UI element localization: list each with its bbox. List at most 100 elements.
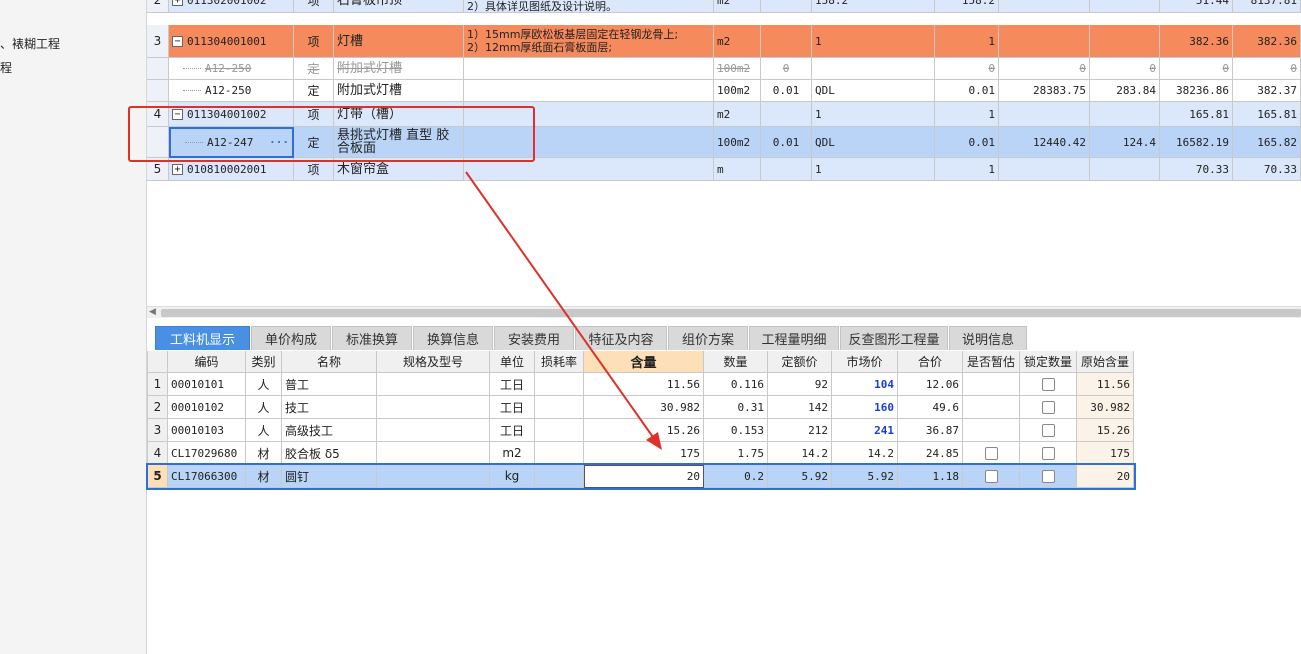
cell-code[interactable]: A12-250: [169, 80, 294, 102]
expand-icon[interactable]: +: [172, 163, 183, 175]
cell-p2[interactable]: [1090, 25, 1160, 58]
cell-p3[interactable]: 16582.19: [1160, 127, 1233, 158]
column-header-market[interactable]: 市场价: [832, 351, 898, 373]
cell-code[interactable]: A12-250: [169, 58, 294, 80]
cell-lock[interactable]: [1020, 419, 1077, 442]
resource-row[interactable]: 2 00010102 人技工 工日 30.982 0.31 142 160 49.6 30.982: [148, 396, 1134, 419]
tab-9[interactable]: 说明信息: [949, 326, 1027, 350]
lock-qty-checkbox[interactable]: [1041, 377, 1055, 391]
tab-2[interactable]: 标准换算: [332, 326, 412, 350]
bill-row[interactable]: 2+011302001002项石膏板吊顶牛, 扎吸用躬子辩牛, 2）具体详见图纸…: [147, 0, 1301, 13]
cell-spec[interactable]: [377, 442, 490, 465]
cell-est[interactable]: [963, 396, 1020, 419]
cell-qexpr[interactable]: QDL: [812, 127, 935, 158]
cell-unit[interactable]: 工日: [490, 373, 535, 396]
cell-p4[interactable]: 165.81: [1233, 102, 1301, 127]
cell-code[interactable]: CL17066300: [168, 465, 246, 488]
cell-name[interactable]: 灯槽: [334, 25, 464, 58]
cell-unit[interactable]: kg: [490, 465, 535, 488]
cell-qty[interactable]: 1.75: [704, 442, 768, 465]
column-header-quota[interactable]: 定额价: [768, 351, 832, 373]
cell-lock[interactable]: [1020, 442, 1077, 465]
lock-qty-checkbox[interactable]: [1041, 469, 1055, 483]
cell-unit[interactable]: m2: [714, 25, 761, 58]
cell-spec[interactable]: [377, 396, 490, 419]
cell-p3[interactable]: 70.33: [1160, 158, 1233, 181]
cell-name[interactable]: 附加式灯槽: [334, 80, 464, 102]
tab-3[interactable]: 换算信息: [413, 326, 493, 350]
cell-name[interactable]: 普工: [282, 373, 377, 396]
cell-total[interactable]: 24.85: [898, 442, 963, 465]
column-header-unit[interactable]: 单位: [490, 351, 535, 373]
cell-est[interactable]: [963, 419, 1020, 442]
cell-p3[interactable]: 51.44: [1160, 0, 1233, 13]
cell-total[interactable]: 12.06: [898, 373, 963, 396]
cell-unit[interactable]: m2: [714, 0, 761, 13]
cell-code[interactable]: 00010101: [168, 373, 246, 396]
cell-p1[interactable]: [999, 25, 1090, 58]
cell-cat[interactable]: 人: [246, 419, 282, 442]
estimate-checkbox[interactable]: [984, 469, 998, 483]
cell-content[interactable]: 15.26: [584, 419, 704, 442]
expand-icon[interactable]: +: [172, 0, 183, 6]
cell-p1[interactable]: [999, 0, 1090, 13]
cell-loss[interactable]: [761, 25, 812, 58]
scrollbar-thumb[interactable]: [161, 309, 1301, 317]
cell-name[interactable]: 高级技工: [282, 419, 377, 442]
cell-market[interactable]: 160: [832, 396, 898, 419]
cell-p4[interactable]: 382.36: [1233, 25, 1301, 58]
bill-row[interactable]: A12-250 定附加式灯槽 100m2 0 0 0 0 0 0: [147, 58, 1301, 80]
cell-unit[interactable]: m2: [490, 442, 535, 465]
cell-p2[interactable]: [1090, 158, 1160, 181]
cell-est[interactable]: [963, 442, 1020, 465]
resource-row[interactable]: 1 00010101 人普工 工日 11.56 0.116 92 104 12.06 11.56: [148, 373, 1134, 396]
column-header-content[interactable]: 含量: [584, 351, 704, 373]
cell-p1[interactable]: 28383.75: [999, 80, 1090, 102]
cell-qty[interactable]: 158.2: [935, 0, 999, 13]
cell-est[interactable]: [963, 373, 1020, 396]
cell-loss[interactable]: 0: [761, 58, 812, 80]
cell-total[interactable]: 49.6: [898, 396, 963, 419]
cell-quota[interactable]: 5.92: [768, 465, 832, 488]
cell-loss[interactable]: [535, 442, 584, 465]
cell-code[interactable]: CL17029680: [168, 442, 246, 465]
column-header-lock[interactable]: 锁定数量: [1020, 351, 1077, 373]
cell-lock[interactable]: [1020, 465, 1077, 488]
sidebar-item-project[interactable]: 程: [0, 59, 12, 76]
cell-cat[interactable]: 人: [246, 396, 282, 419]
cell-qexpr[interactable]: 1: [812, 158, 935, 181]
cell-market[interactable]: 14.2: [832, 442, 898, 465]
cell-content[interactable]: 30.982: [584, 396, 704, 419]
cell-qty[interactable]: 0.2: [704, 465, 768, 488]
cell-p3[interactable]: 0: [1160, 58, 1233, 80]
cell-p3[interactable]: 38236.86: [1160, 80, 1233, 102]
column-header-orig[interactable]: 原始含量: [1077, 351, 1134, 373]
cell-qexpr[interactable]: 1: [812, 102, 935, 127]
cell-lock[interactable]: [1020, 373, 1077, 396]
cell-quota[interactable]: 14.2: [768, 442, 832, 465]
cell-type[interactable]: 项: [294, 25, 334, 58]
column-header-loss[interactable]: 损耗率: [535, 351, 584, 373]
column-header-spec[interactable]: 规格及型号: [377, 351, 490, 373]
cell-qty[interactable]: 0.31: [704, 396, 768, 419]
cell-orig[interactable]: 175: [1077, 442, 1134, 465]
cell-name[interactable]: 石膏板吊顶: [334, 0, 464, 13]
cell-desc[interactable]: 牛, 扎吸用躬子辩牛, 2）具体详见图纸及设计说明。: [464, 0, 714, 13]
cell-loss[interactable]: [535, 373, 584, 396]
column-header-total[interactable]: 合价: [898, 351, 963, 373]
tab-0[interactable]: 工料机显示: [155, 326, 250, 350]
cell-loss[interactable]: [535, 396, 584, 419]
column-header-name[interactable]: 名称: [282, 351, 377, 373]
cell-p2[interactable]: [1090, 102, 1160, 127]
lock-qty-checkbox[interactable]: [1041, 446, 1055, 460]
cell-cat[interactable]: 人: [246, 373, 282, 396]
cell-code[interactable]: 00010102: [168, 396, 246, 419]
cell-p4[interactable]: 382.37: [1233, 80, 1301, 102]
cell-quota[interactable]: 212: [768, 419, 832, 442]
cell-qty[interactable]: 0.01: [935, 127, 999, 158]
cell-p2[interactable]: [1090, 0, 1160, 13]
cell-spec[interactable]: [377, 465, 490, 488]
cell-unit[interactable]: m: [714, 158, 761, 181]
tab-8[interactable]: 反查图形工程量: [840, 326, 948, 350]
cell-type[interactable]: 定: [294, 80, 334, 102]
